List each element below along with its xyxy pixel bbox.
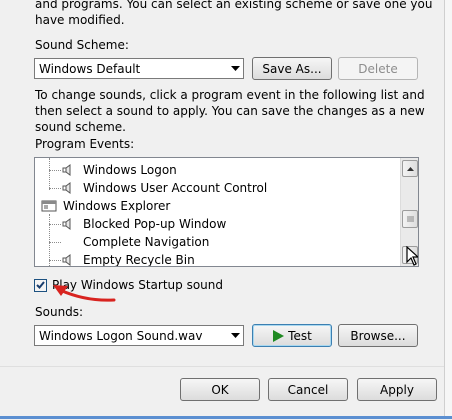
checkmark-icon (36, 281, 45, 289)
intro-text: and programs. You can select an existing… (35, 0, 432, 28)
sounds-label: Sounds: (35, 305, 84, 319)
event-item-complete-navigation[interactable]: Complete Navigation (61, 233, 209, 251)
grip-icon (406, 216, 414, 222)
sound-scheme-label: Sound Scheme: (35, 38, 129, 52)
intro-line-2: have modified. (35, 13, 125, 27)
event-item-empty-recycle-bin[interactable]: Empty Recycle Bin (61, 251, 195, 267)
browse-label: Browse... (350, 328, 406, 343)
delete-button[interactable]: Delete (338, 57, 418, 80)
event-group-label: Windows Explorer (63, 199, 171, 213)
ok-label: OK (211, 382, 229, 397)
apply-button[interactable]: Apply (357, 378, 437, 401)
window-border (444, 0, 452, 419)
scroll-up-button[interactable] (402, 160, 418, 177)
event-label: Complete Navigation (83, 235, 210, 249)
event-item-blocked-popup[interactable]: Blocked Pop-up Window (61, 215, 226, 233)
apply-label: Apply (380, 382, 414, 397)
window-icon (41, 199, 57, 213)
instructions-line-3: sound scheme. (35, 120, 126, 134)
speaker-icon (61, 181, 75, 195)
event-label: Empty Recycle Bin (83, 253, 195, 267)
intro-line-1: and programs. You can select an existing… (35, 0, 433, 11)
instructions-text: To change sounds, click a program event … (35, 87, 425, 135)
cancel-button[interactable]: Cancel (268, 378, 348, 401)
test-button[interactable]: Test (252, 324, 332, 347)
tree-line (49, 170, 61, 171)
speaker-icon (61, 163, 75, 177)
instructions-line-2: then select a sound to apply. You can sa… (35, 104, 425, 118)
mouse-cursor-icon (406, 246, 418, 266)
sound-file-value: Windows Logon Sound.wav (39, 328, 203, 343)
chevron-down-icon (227, 326, 243, 345)
tree-line (49, 224, 61, 225)
instructions-line-1: To change sounds, click a program event … (35, 88, 425, 102)
event-label: Blocked Pop-up Window (83, 217, 227, 231)
cancel-label: Cancel (287, 382, 329, 397)
ok-button[interactable]: OK (180, 378, 260, 401)
tree-line (49, 188, 61, 189)
chevron-up-icon (406, 166, 414, 171)
play-icon (273, 329, 285, 342)
test-label: Test (288, 328, 312, 343)
speaker-icon (61, 253, 75, 266)
speaker-icon (61, 217, 75, 231)
no-sound-spacer (61, 235, 75, 249)
event-item-windows-logon[interactable]: Windows Logon (61, 161, 177, 179)
program-events-list[interactable]: Windows Logon Windows User Account Contr… (34, 157, 419, 267)
sound-scheme-value: Windows Default (39, 61, 141, 76)
chevron-down-icon (227, 59, 243, 78)
event-label: Windows User Account Control (83, 181, 268, 195)
program-events-label: Program Events: (35, 137, 135, 151)
delete-label: Delete (358, 61, 398, 76)
sound-scheme-select[interactable]: Windows Default (34, 58, 244, 79)
tree-line (49, 260, 61, 261)
sound-file-select[interactable]: Windows Logon Sound.wav (34, 325, 244, 346)
event-item-windows-uac[interactable]: Windows User Account Control (61, 179, 267, 197)
tree-line (49, 158, 50, 190)
browse-button[interactable]: Browse... (338, 324, 418, 347)
event-group-windows-explorer[interactable]: Windows Explorer (41, 197, 170, 215)
save-as-label: Save As... (262, 61, 322, 76)
save-as-button[interactable]: Save As... (252, 57, 332, 80)
event-label: Windows Logon (83, 163, 177, 177)
scroll-thumb[interactable] (402, 210, 418, 228)
tree-line (49, 242, 61, 243)
checkbox-box[interactable] (34, 278, 47, 292)
